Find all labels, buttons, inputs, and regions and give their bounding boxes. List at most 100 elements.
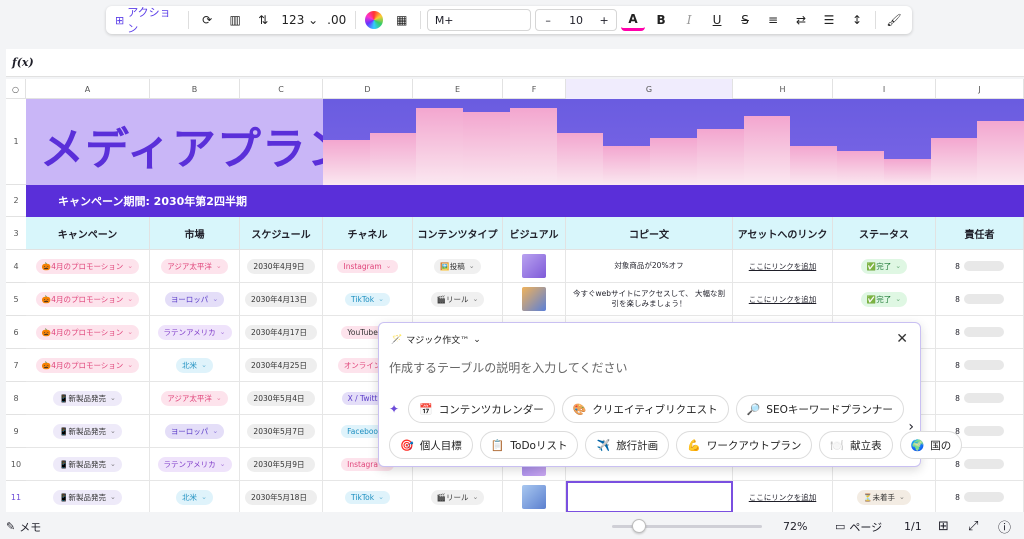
owner-chip[interactable]: 8 [955,327,1004,337]
schedule-pill[interactable]: 2030年4月9日 [247,258,315,274]
campaign-cell[interactable]: 🎃4月のプロモーション [26,316,150,348]
row-header-1[interactable]: 1 [6,99,26,185]
campaign-pill[interactable]: 🎃4月のプロモーション [35,324,140,340]
campaign-pill[interactable]: 📱新製品発売 [53,390,122,406]
market-cell[interactable]: 北米 [150,349,240,381]
sort-icon[interactable]: ⇅ [251,9,275,31]
market-pill[interactable]: 北米 [176,357,213,373]
column-header-j[interactable]: J [936,79,1024,99]
column-header-c[interactable]: C [240,79,323,99]
owner-cell[interactable]: 8 [936,316,1024,348]
schedule-pill[interactable]: 2030年5月4日 [247,390,315,406]
asset-link-cell[interactable]: ここにリンクを追加 [733,481,833,512]
channel-pill[interactable]: TikTok [345,292,390,306]
market-cell[interactable]: アジア太平洋 [150,250,240,282]
channel-pill[interactable]: Instagram [337,259,398,273]
schedule-cell[interactable]: 2030年5月9日 [240,448,323,480]
schedule-pill[interactable]: 2030年5月18日 [245,489,317,505]
align-center-icon[interactable]: ≡ [761,9,785,31]
schedule-cell[interactable]: 2030年4月25日 [240,349,323,381]
chevron-right-icon[interactable]: › [908,419,914,435]
visual-thumbnail[interactable] [522,485,546,509]
market-pill[interactable]: アジア太平洋 [161,390,228,406]
content-type-pill[interactable]: 🎬リール [430,489,485,505]
underline-icon[interactable]: U [705,9,729,31]
campaign-pill[interactable]: 🎃4月のプロモーション [35,357,140,373]
asset-link[interactable]: ここにリンクを追加 [749,261,817,272]
owner-cell[interactable]: 8 [936,481,1024,512]
schedule-pill[interactable]: 2030年4月25日 [245,357,317,373]
row-header-8[interactable]: 8 [6,382,26,415]
magic-write-input[interactable] [389,357,909,379]
help-icon[interactable]: ⓘ [998,517,1011,536]
close-icon[interactable]: ✕ [896,331,908,347]
campaign-pill[interactable]: 📱新製品発売 [53,456,122,472]
asset-link-cell[interactable]: ここにリンクを追加 [733,250,833,282]
channel-cell[interactable]: TikTok [323,283,413,315]
status-pill[interactable]: ✅完了 [860,291,908,307]
suggestion-chip[interactable]: 🍽️ 献立表 [819,431,893,459]
campaign-cell[interactable]: 🎃4月のプロモーション [26,250,150,282]
refresh-icon[interactable]: ⟳ [195,9,219,31]
schedule-cell[interactable]: 2030年5月4日 [240,382,323,414]
row-header-5[interactable]: 5 [6,283,26,316]
number-format-button[interactable]: 123 ⌄ [279,9,320,31]
schedule-pill[interactable]: 2030年5月9日 [247,456,315,472]
column-header-h[interactable]: H [733,79,833,99]
italic-icon[interactable]: I [677,9,701,31]
row-header-6[interactable]: 6 [6,316,26,349]
campaign-cell[interactable]: 📱新製品発売 [26,448,150,480]
format-painter-icon[interactable]: 🖌 [882,9,906,31]
visual-cell[interactable] [503,250,566,282]
visual-cell[interactable] [503,283,566,315]
schedule-cell[interactable]: 2030年5月18日 [240,481,323,512]
campaign-cell[interactable]: 📱新製品発売 [26,481,150,512]
schedule-pill[interactable]: 2030年5月7日 [247,423,315,439]
page-button[interactable]: ▭ ページ [835,519,882,535]
asset-link-cell[interactable]: ここにリンクを追加 [733,283,833,315]
market-cell[interactable]: ラテンアメリカ [150,316,240,348]
owner-chip[interactable]: 8 [955,261,1004,271]
row-header-3[interactable]: 3 [6,217,26,250]
market-cell[interactable]: アジア太平洋 [150,382,240,414]
magic-write-header[interactable]: 🪄 マジック作文™ ⌄ [391,333,481,347]
row-header-9[interactable]: 9 [6,415,26,448]
suggestion-chip[interactable]: 🎨 クリエイティブリクエスト [561,395,729,423]
increase-size-button[interactable]: + [592,14,616,27]
campaign-cell[interactable]: 🎃4月のプロモーション [26,283,150,315]
owner-chip[interactable]: 8 [955,459,1004,469]
content-type-pill[interactable]: 🖼️投稿 [434,258,481,274]
status-pill[interactable]: ⏳未着手 [857,489,911,505]
owner-chip[interactable]: 8 [955,393,1004,403]
column-header-g[interactable]: G [566,79,733,99]
table-grid-icon[interactable]: ▦ [390,9,414,31]
column-header-e[interactable]: E [413,79,503,99]
owner-cell[interactable]: 8 [936,250,1024,282]
memo-button[interactable]: ✎ メモ [6,519,41,535]
market-pill[interactable]: アジア太平洋 [161,258,228,274]
owner-chip[interactable]: 8 [955,426,1004,436]
suggestion-chip[interactable]: 📋 ToDoリスト [479,431,579,459]
decimal-button[interactable]: .00 [325,9,349,31]
list-icon[interactable]: ☰ [817,9,841,31]
status-cell[interactable]: ✅完了 [833,283,936,315]
suggestion-chip[interactable]: ✈️ 旅行計画 [585,431,670,459]
chart-icon[interactable]: ▥ [223,9,247,31]
color-icon[interactable] [362,9,386,31]
formula-bar[interactable]: f(x) [6,49,1024,77]
row-header-10[interactable]: 10 [6,448,26,481]
schedule-cell[interactable]: 2030年5月7日 [240,415,323,447]
asset-link[interactable]: ここにリンクを追加 [749,492,817,503]
grid-view-icon[interactable]: ⊞ [938,519,949,534]
visual-thumbnail[interactable] [522,254,546,278]
column-header-a[interactable]: A [26,79,150,99]
schedule-pill[interactable]: 2030年4月17日 [245,324,317,340]
action-button[interactable]: ⊞ アクション [112,6,182,35]
row-header-4[interactable]: 4 [6,250,26,283]
status-cell[interactable]: ✅完了 [833,250,936,282]
market-cell[interactable]: ヨーロッパ [150,283,240,315]
owner-chip[interactable]: 8 [955,294,1004,304]
schedule-pill[interactable]: 2030年4月13日 [245,291,317,307]
suggestion-chip[interactable]: 📅 コンテンツカレンダー [408,395,555,423]
campaign-pill[interactable]: 📱新製品発売 [53,489,122,505]
